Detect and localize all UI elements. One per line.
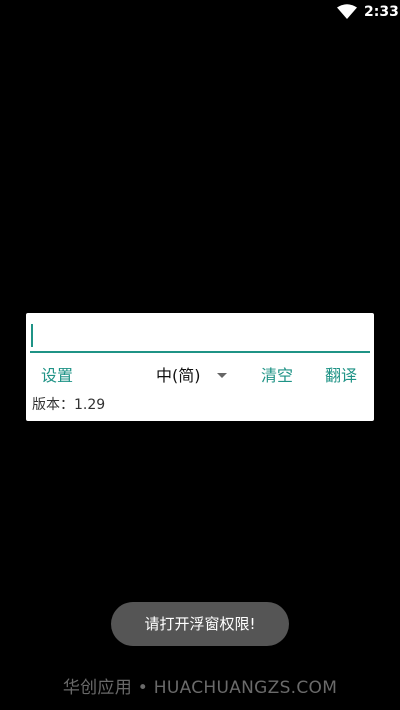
- translate-button[interactable]: 翻译: [325, 363, 357, 389]
- app-screen: 2:33 设置 中(简) 清空 翻译 版本：1.29 请打开浮窗权限! 华创应用…: [0, 0, 400, 710]
- language-dropdown[interactable]: 中(简): [156, 363, 234, 389]
- wifi-icon: [337, 4, 357, 19]
- input-underline: [30, 319, 370, 353]
- toast-message: 请打开浮窗权限!: [111, 602, 289, 646]
- dropdown-arrow-icon: [217, 373, 227, 378]
- status-bar: 2:33: [0, 0, 400, 24]
- settings-button[interactable]: 设置: [41, 363, 73, 389]
- translate-input[interactable]: [30, 319, 370, 349]
- clear-button[interactable]: 清空: [261, 363, 293, 389]
- watermark: 华创应用 • HUACHUANGZS.COM: [62, 678, 338, 698]
- text-cursor: [31, 324, 33, 347]
- status-clock: 2:33: [364, 4, 399, 20]
- version-label: 版本：1.29: [32, 397, 106, 413]
- language-selected-label: 中(简): [156, 366, 201, 385]
- translator-panel: 设置 中(简) 清空 翻译 版本：1.29: [26, 313, 374, 421]
